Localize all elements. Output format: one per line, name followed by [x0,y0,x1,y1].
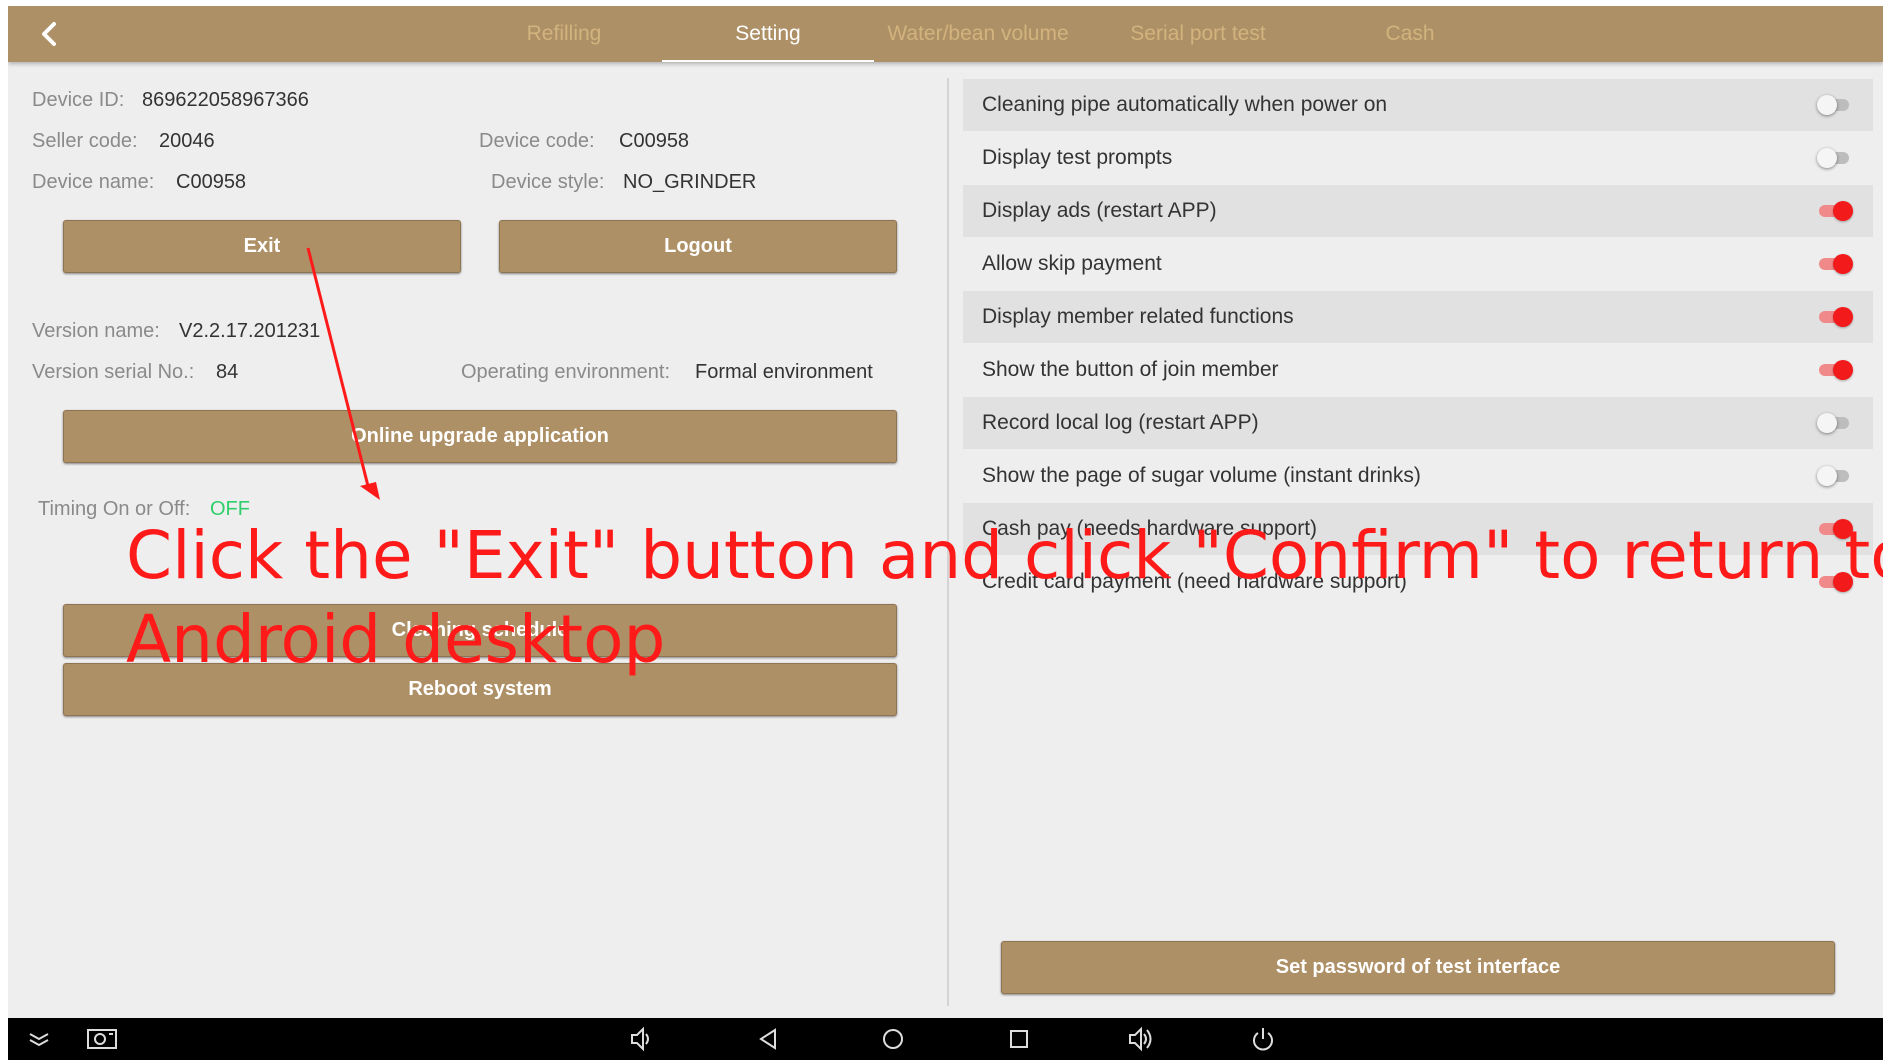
system-nav-bar [8,1018,1883,1060]
settings-screen: Refilling Setting Water/bean volume Seri… [8,6,1883,1060]
power-icon[interactable] [1248,1024,1278,1054]
volume-down-icon[interactable] [626,1024,656,1054]
home-icon[interactable] [878,1024,908,1054]
volume-up-icon[interactable] [1126,1024,1156,1054]
arrow-head-icon [360,482,380,500]
recents-icon[interactable] [1004,1024,1034,1054]
annotation-line-2: Android desktop [126,601,666,678]
back-icon[interactable] [754,1024,784,1054]
collapse-icon[interactable] [24,1024,54,1054]
annotation-text: Click the "Exit" button and click "Confi… [126,514,1883,682]
annotation-line-1: Click the "Exit" button and click "Confi… [126,517,1883,594]
screenshot-icon[interactable] [82,1024,122,1054]
